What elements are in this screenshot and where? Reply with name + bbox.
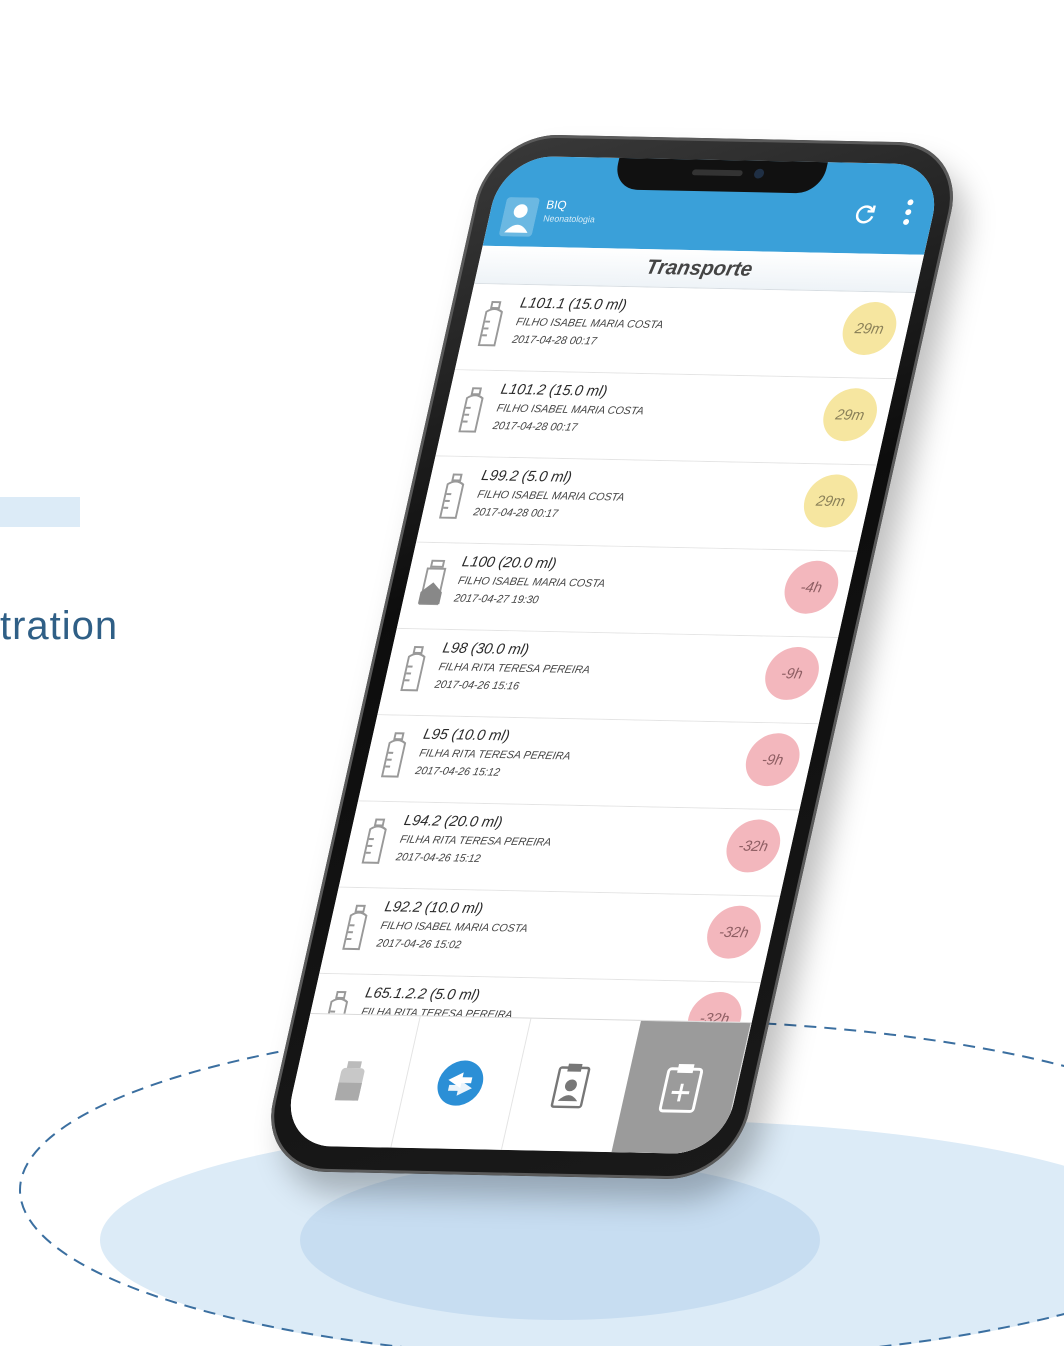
app-brand: BIQ: [544, 197, 569, 212]
patient-name: FILHA RITA TERESA PEREIRA: [398, 833, 553, 849]
refresh-icon[interactable]: [851, 202, 880, 226]
item-code: L101.2 (15.0 ml): [499, 381, 609, 400]
list-item[interactable]: L100 (20.0 ml) FILHO ISABEL MARIA COSTA 20…: [396, 542, 858, 638]
item-code: L92.2 (10.0 ml): [383, 898, 485, 918]
time-badge: -9h: [759, 646, 825, 701]
time-badge: 29m: [837, 301, 902, 356]
app-subtitle: Neonatologia: [542, 213, 596, 225]
item-date: 2017-04-26 15:12: [394, 851, 482, 865]
user-avatar-icon[interactable]: [498, 197, 540, 237]
item-code: L98 (30.0 ml): [441, 639, 531, 659]
item-date: 2017-04-27 19:30: [452, 592, 540, 607]
home-bottle-icon: [413, 559, 453, 609]
bottle-icon: [471, 300, 511, 350]
list-item[interactable]: L94.2 (20.0 ml) FILHA RITA TERESA PEREIRA…: [338, 801, 800, 897]
bottom-navigation: [280, 1013, 752, 1155]
phone-notch: [612, 155, 829, 194]
patient-name: FILHO ISABEL MARIA COSTA: [476, 488, 626, 504]
list-item[interactable]: L101.2 (15.0 ml) FILHO ISABEL MARIA COSTA…: [435, 370, 897, 466]
time-badge: -4h: [779, 560, 844, 615]
item-date: 2017-04-28 00:17: [491, 420, 579, 434]
item-date: 2017-04-28 00:17: [510, 333, 598, 348]
patient-name: FILHA RITA TERESA PEREIRA: [418, 747, 572, 763]
time-badge: -32h: [701, 905, 767, 960]
time-badge: -32h: [721, 818, 786, 873]
item-code: L95 (10.0 ml): [421, 725, 512, 745]
phone-shadow: [300, 1160, 820, 1320]
patient-name: FILHA RITA TERESA PEREIRA: [437, 661, 592, 677]
bottle-icon: [433, 472, 473, 522]
item-date: 2017-04-26 15:02: [375, 937, 463, 952]
bottle-icon: [452, 386, 492, 436]
item-date: 2017-04-26 15:16: [433, 678, 521, 693]
bottle-icon: [374, 731, 414, 781]
time-badge: 29m: [817, 387, 883, 442]
item-code: L100 (20.0 ml): [460, 553, 559, 573]
accent-bar: [0, 497, 80, 527]
list-item[interactable]: L92.2 (10.0 ml) FILHO ISABEL MARIA COSTA 2…: [319, 887, 780, 983]
bottle-icon: [355, 817, 395, 867]
patient-name: FILHO ISABEL MARIA COSTA: [379, 920, 529, 935]
patient-name: FILHO ISABEL MARIA COSTA: [456, 575, 607, 590]
item-code: L65.1.2.2 (5.0 ml): [363, 984, 482, 1004]
time-badge: -9h: [740, 732, 805, 787]
item-code: L101.1 (15.0 ml): [518, 294, 629, 314]
list-item[interactable]: L101.1 (15.0 ml) FILHO ISABEL MARIA COSTA…: [454, 283, 916, 380]
item-date: 2017-04-26 15:12: [414, 765, 501, 779]
list-item[interactable]: L99.2 (5.0 ml) FILHO ISABEL MARIA COSTA 20…: [416, 456, 877, 552]
patient-name: FILHO ISABEL MARIA COSTA: [514, 316, 665, 332]
time-badge: 29m: [798, 473, 863, 528]
bottle-icon: [336, 904, 376, 954]
patient-name: FILHO ISABEL MARIA COSTA: [495, 402, 645, 418]
item-code: L99.2 (5.0 ml): [479, 467, 574, 486]
camera-icon: [753, 168, 766, 179]
page-title: Transporte: [643, 256, 755, 281]
more-options-icon[interactable]: [901, 199, 915, 229]
item-code: L94.2 (20.0 ml): [402, 812, 505, 831]
list-item[interactable]: L98 (30.0 ml) FILHA RITA TERESA PEREIRA 20…: [377, 628, 839, 725]
item-date: 2017-04-28 00:17: [472, 506, 560, 520]
side-heading: tration: [0, 604, 119, 648]
speaker-grille: [691, 169, 744, 177]
list-item[interactable]: L95 (10.0 ml) FILHA RITA TERESA PEREIRA 20…: [357, 715, 819, 811]
bottle-icon: [394, 645, 434, 695]
